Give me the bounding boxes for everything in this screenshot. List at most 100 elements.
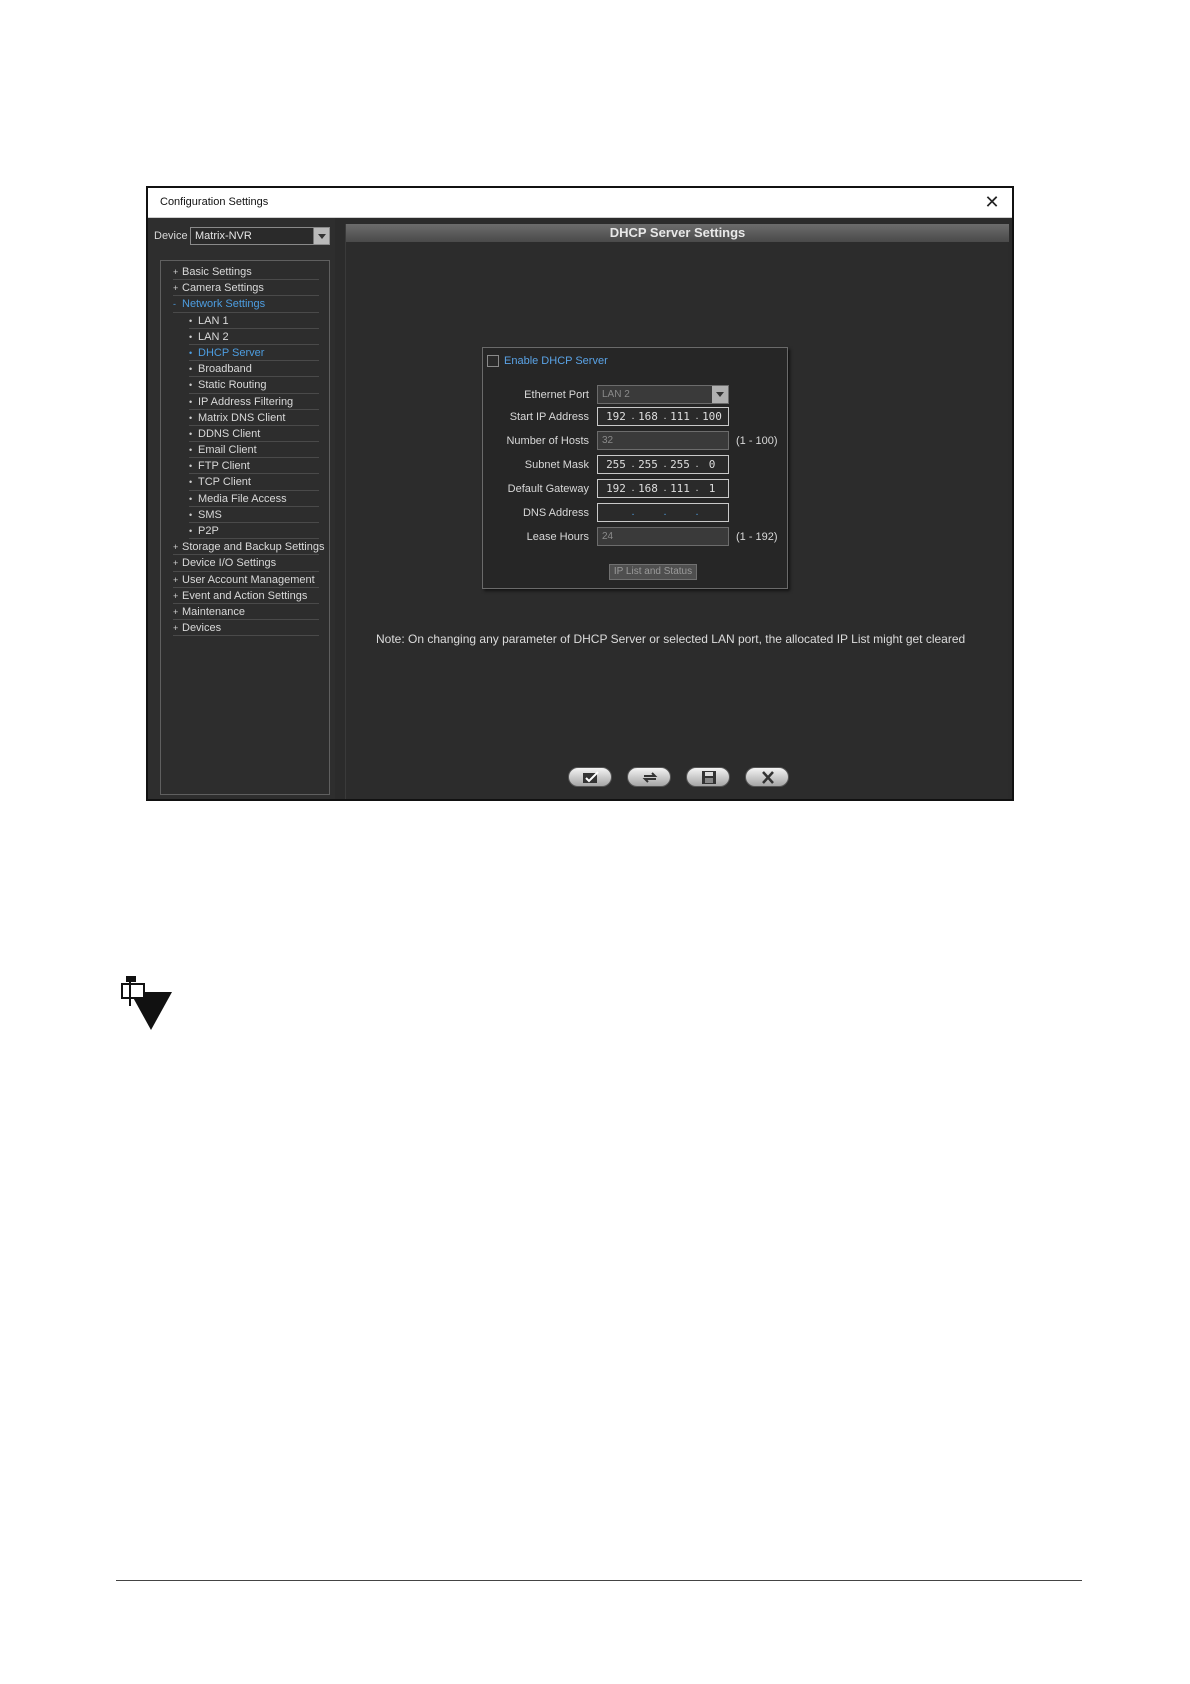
footer-divider bbox=[116, 1580, 1082, 1581]
tree-item-label: Media File Access bbox=[198, 492, 287, 505]
start-ip-input[interactable]: 192. 168. 111. 100 bbox=[597, 407, 729, 426]
start-ip-label: Start IP Address bbox=[509, 411, 589, 423]
number-of-hosts-input[interactable]: 32 bbox=[597, 431, 729, 450]
expand-icon[interactable]: + bbox=[173, 591, 181, 601]
subnet-mask-row: Subnet Mask 255. 255. 255. 0 bbox=[483, 455, 789, 475]
ip-octet[interactable]: 255 bbox=[636, 458, 660, 471]
tree-item-devices[interactable]: + Devices bbox=[173, 620, 319, 637]
expand-icon[interactable]: + bbox=[173, 558, 181, 568]
tree-item-label: Maintenance bbox=[182, 605, 245, 618]
tree-item-label: Basic Settings bbox=[182, 266, 252, 278]
tree-item-lan-2[interactable]: • LAN 2 bbox=[189, 329, 319, 345]
tree-item-label: DHCP Server bbox=[198, 346, 265, 359]
ip-octet[interactable]: 255 bbox=[604, 458, 628, 471]
bullet-icon: • bbox=[189, 380, 193, 391]
bullet-icon: • bbox=[189, 461, 193, 472]
chevron-down-icon[interactable] bbox=[712, 386, 728, 403]
number-of-hosts-label: Number of Hosts bbox=[506, 435, 589, 447]
tree-item-p2p[interactable]: • P2P bbox=[189, 523, 319, 540]
tree-item-camera-settings[interactable]: + Camera Settings bbox=[173, 280, 319, 297]
save-button[interactable] bbox=[686, 767, 730, 787]
tree-item-label: P2P bbox=[198, 525, 219, 537]
tree-item-ddns-client[interactable]: • DDNS Client bbox=[189, 426, 319, 443]
ip-octet[interactable]: 0 bbox=[700, 458, 724, 471]
expand-icon[interactable]: + bbox=[173, 267, 181, 277]
ip-octet[interactable]: 192 bbox=[604, 482, 628, 495]
ip-octet[interactable]: 255 bbox=[668, 458, 692, 471]
expand-icon[interactable]: + bbox=[173, 283, 181, 293]
start-ip-row: Start IP Address 192. 168. 111. 100 bbox=[483, 407, 789, 427]
settings-tree: + Basic Settings + Camera Settings - Network … bbox=[160, 260, 330, 795]
refresh-button[interactable] bbox=[627, 767, 671, 787]
tree-item-label: User Account Management bbox=[182, 573, 315, 586]
tree-item-maintenance[interactable]: + Maintenance bbox=[173, 604, 319, 621]
collapse-icon[interactable]: - bbox=[173, 299, 181, 309]
dns-address-row: DNS Address ... bbox=[483, 503, 789, 523]
tree-item-device-i-o-settings[interactable]: + Device I/O Settings bbox=[173, 555, 319, 572]
tree-item-label: Static Routing bbox=[198, 379, 267, 392]
apply-button[interactable] bbox=[568, 767, 612, 787]
chevron-down-icon[interactable] bbox=[313, 228, 329, 244]
bullet-icon: • bbox=[189, 364, 193, 375]
tree-item-ip-address-filtering[interactable]: • IP Address Filtering bbox=[189, 394, 319, 410]
expand-icon[interactable]: + bbox=[173, 542, 181, 552]
lease-hours-input[interactable]: 24 bbox=[597, 527, 729, 546]
device-dropdown[interactable]: Matrix-NVR bbox=[190, 227, 330, 245]
close-icon[interactable]: ✕ bbox=[980, 190, 1004, 214]
tree-item-label: Device I/O Settings bbox=[182, 557, 277, 570]
lease-hours-value: 24 bbox=[602, 531, 614, 542]
number-of-hosts-value: 32 bbox=[602, 435, 614, 446]
cancel-button[interactable] bbox=[745, 767, 789, 787]
tree-item-label: Storage and Backup Settings bbox=[182, 541, 325, 554]
subnet-mask-input[interactable]: 255. 255. 255. 0 bbox=[597, 455, 729, 474]
tree-item-network-settings[interactable]: - Network Settings bbox=[173, 296, 319, 313]
bullet-icon: • bbox=[189, 315, 193, 326]
dns-address-label: DNS Address bbox=[522, 507, 589, 519]
tree-item-label: Event and Action Settings bbox=[182, 589, 308, 602]
tree-item-label: LAN 1 bbox=[198, 314, 229, 327]
ip-octet[interactable]: 192 bbox=[604, 410, 628, 423]
tree-item-media-file-access[interactable]: • Media File Access bbox=[189, 491, 319, 507]
tree-item-dhcp-server[interactable]: • DHCP Server bbox=[189, 345, 319, 362]
tree-item-sms[interactable]: • SMS bbox=[189, 507, 319, 523]
tree-item-basic-settings[interactable]: + Basic Settings bbox=[173, 264, 319, 281]
ip-octet[interactable]: 111 bbox=[668, 482, 692, 495]
tree-item-ftp-client[interactable]: • FTP Client bbox=[189, 458, 319, 475]
device-value: Matrix-NVR bbox=[195, 230, 252, 242]
tree-item-storage-and-backup-settings[interactable]: + Storage and Backup Settings bbox=[173, 539, 324, 556]
ip-list-status-button[interactable]: IP List and Status bbox=[609, 564, 697, 580]
tree-item-static-routing[interactable]: • Static Routing bbox=[189, 377, 319, 394]
enable-dhcp-label[interactable]: Enable DHCP Server bbox=[504, 355, 608, 367]
tree-item-label: Broadband bbox=[198, 363, 252, 376]
ip-octet[interactable]: 100 bbox=[700, 410, 724, 423]
expand-icon[interactable]: + bbox=[173, 575, 181, 585]
ethernet-port-row: Ethernet Port LAN 2 bbox=[483, 385, 789, 405]
bullet-icon: • bbox=[189, 396, 193, 407]
ip-octet[interactable]: 111 bbox=[668, 410, 692, 423]
tree-item-tcp-client[interactable]: • TCP Client bbox=[189, 474, 319, 491]
device-selector-row: Device Matrix-NVR bbox=[154, 225, 330, 245]
bullet-icon: • bbox=[189, 428, 193, 439]
tree-item-matrix-dns-client[interactable]: • Matrix DNS Client bbox=[189, 410, 319, 426]
default-gateway-input[interactable]: 192. 168. 111. 1 bbox=[597, 479, 729, 498]
tree-item-broadband[interactable]: • Broadband bbox=[189, 361, 319, 378]
dns-address-input[interactable]: ... bbox=[597, 503, 729, 522]
expand-icon[interactable]: + bbox=[173, 623, 181, 633]
expand-icon[interactable]: + bbox=[173, 607, 181, 617]
device-label: Device bbox=[154, 230, 188, 242]
enable-dhcp-checkbox[interactable] bbox=[487, 355, 499, 367]
tree-item-lan-1[interactable]: • LAN 1 bbox=[189, 313, 319, 329]
tree-item-user-account-management[interactable]: + User Account Management bbox=[173, 572, 319, 588]
ethernet-port-label: Ethernet Port bbox=[524, 389, 589, 401]
tree-item-event-and-action-settings[interactable]: + Event and Action Settings bbox=[173, 588, 319, 604]
tree-item-label: SMS bbox=[198, 508, 222, 521]
ethernet-port-select[interactable]: LAN 2 bbox=[597, 385, 729, 404]
tree-item-label: TCP Client bbox=[198, 476, 251, 489]
ip-octet[interactable]: 168 bbox=[636, 482, 660, 495]
ip-octet[interactable]: 168 bbox=[636, 410, 660, 423]
dhcp-settings-box: Enable DHCP Server Ethernet Port LAN 2 S… bbox=[482, 347, 788, 589]
cancel-icon bbox=[762, 771, 774, 784]
tree-item-email-client[interactable]: • Email Client bbox=[189, 442, 319, 459]
ip-octet[interactable]: 1 bbox=[700, 482, 724, 495]
tree-item-label: Email Client bbox=[198, 444, 257, 457]
